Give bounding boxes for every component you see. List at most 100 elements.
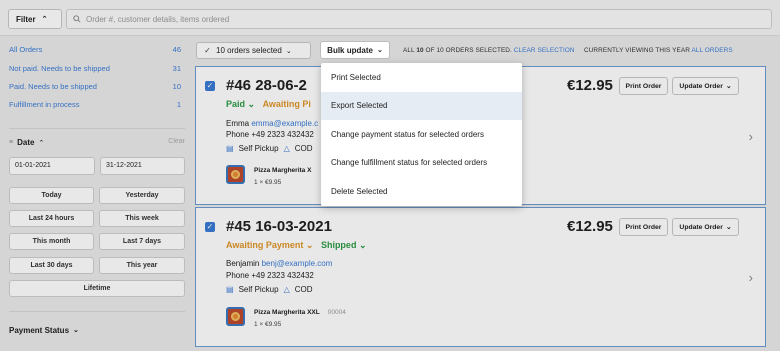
payment-method: COD [294,144,313,153]
payment-method: COD [294,285,313,294]
date-to-input[interactable]: 31-12-2021 [100,157,185,175]
sidebar-item-not-paid[interactable]: Not paid. Needs to be shipped 31 [9,64,181,73]
filter-button[interactable]: Filter ⌃ [8,9,62,29]
sidebar-item-count: 31 [172,64,181,73]
print-order-button[interactable]: Print Order [619,218,668,236]
divider [9,128,185,129]
customer-name: Benjamin [226,259,260,268]
clear-selection-link[interactable]: CLEAR SELECTION [514,47,575,54]
date-clear-link[interactable]: Clear [168,138,185,147]
item-title: Pizza Margherita XXL [254,309,320,316]
chevron-up-icon: ⌃ [38,139,45,147]
payment-status-badge[interactable]: Awaiting Payment [226,240,303,250]
chevron-right-icon[interactable]: › [749,270,753,285]
selection-label: 10 orders selected [216,46,282,55]
shipping-info: ▤ Self Pickup △ COD [226,285,313,294]
quick-this-month-button[interactable]: This month [9,233,94,250]
item-thumbnail [226,307,245,326]
menu-item-change-payment-status[interactable]: Change payment status for selected order… [321,120,522,149]
info-prefix: ALL [403,47,415,54]
customer-email[interactable]: benj@example.com [262,259,333,268]
item-name: Pizza Margherita XXL 00004 [254,309,346,316]
bulk-update-button[interactable]: Bulk update ⌄ [320,41,390,59]
payment-status-badge[interactable]: Paid [226,99,245,109]
quick-this-year-button[interactable]: This year [99,257,185,274]
chevron-down-icon: ⌄ [376,47,383,54]
filter-label: Filter [16,14,36,24]
sidebar-item-fulfillment[interactable]: Fulfillment in process 1 [9,100,181,109]
order-title: #45 16-03-2021 [226,218,332,235]
fulfillment-status-badge[interactable]: Shipped [321,240,357,250]
sidebar-item-label: All Orders [9,45,43,54]
menu-item-delete-selected[interactable]: Delete Selected [321,177,522,206]
sidebar-item-label: Fulfillment in process [9,100,80,109]
order-price: €12.95 [567,218,613,235]
date-filter-title: Date [17,138,35,147]
item-thumbnail [226,165,245,184]
chevron-down-icon: ⌄ [247,99,256,109]
order-status: Paid ⌄ Awaiting Pi [226,99,311,110]
sidebar-item-count: 46 [172,45,181,54]
date-from-input[interactable]: 01-01-2021 [9,157,95,175]
chevron-right-icon[interactable]: › [749,129,753,144]
divider [9,311,185,312]
order-checkbox[interactable]: ✓ [205,81,215,91]
sidebar-item-count: 10 [172,82,181,91]
customer-info: Emma emma@example.c [226,119,318,128]
cash-icon: △ [283,285,290,294]
customer-name: Emma [226,119,250,128]
order-card[interactable]: ✓ #45 16-03-2021 €12.95 Print Order Upda… [195,207,766,347]
viewing-info: CURRENTLY VIEWING THIS YEAR [584,47,690,54]
quick-last-24h-button[interactable]: Last 24 hours [9,210,94,227]
payment-status-filter[interactable]: Payment Status ⌄ [9,326,79,335]
chevron-down-icon: ⌄ [725,224,732,231]
info-count: 10 [416,47,424,54]
print-order-button[interactable]: Print Order [619,77,668,95]
selection-dropdown[interactable]: ✓ 10 orders selected ⌄ [196,42,311,59]
sidebar-item-count: 1 [176,100,181,109]
shipping-info: ▤ Self Pickup △ COD [226,144,313,153]
customer-phone: Phone +49 2323 432432 [226,130,314,139]
search-placeholder: Order #, customer details, items ordered [86,14,230,24]
chevron-down-icon: ⌄ [73,327,79,334]
shipping-method: Self Pickup [238,285,279,294]
quick-last-7-days-button[interactable]: Last 7 days [99,233,185,250]
order-status: Awaiting Payment ⌄ Shipped ⌄ [226,240,367,251]
menu-item-print-selected[interactable]: Print Selected [321,63,522,92]
cash-icon: △ [283,144,290,153]
sidebar-item-label: Paid. Needs to be shipped [9,82,97,91]
item-code: 00004 [327,309,346,316]
quick-last-30-days-button[interactable]: Last 30 days [9,257,94,274]
quick-lifetime-button[interactable]: Lifetime [9,280,185,297]
update-order-button[interactable]: Update Order ⌄ [672,77,739,95]
update-order-label: Update Order [679,223,723,231]
chevron-down-icon: ⌄ [285,47,292,55]
shipping-method: Self Pickup [238,144,279,153]
date-filter-header[interactable]: ≡ Date ⌃ Clear [9,138,185,147]
customer-phone: Phone +49 2323 432432 [226,271,314,280]
update-order-label: Update Order [679,82,723,90]
menu-item-change-fulfillment-status[interactable]: Change fulfillment status for selected o… [321,149,522,178]
customer-email[interactable]: emma@example.c [251,119,318,128]
quick-this-week-button[interactable]: This week [99,210,185,227]
order-checkbox[interactable]: ✓ [205,222,215,232]
store-icon: ▤ [226,285,234,294]
customer-info: Benjamin benj@example.com [226,259,332,268]
quick-today-button[interactable]: Today [9,187,94,204]
info-text: OF 10 ORDERS SELECTED. [425,47,512,54]
sidebar: All Orders 46 Not paid. Needs to be ship… [0,36,193,351]
search-icon [73,15,81,23]
update-order-button[interactable]: Update Order ⌄ [672,218,739,236]
sidebar-item-paid[interactable]: Paid. Needs to be shipped 10 [9,82,181,91]
chevron-down-icon: ⌄ [725,83,732,90]
payment-status-label: Payment Status [9,326,70,335]
search-input[interactable]: Order #, customer details, items ordered [66,9,772,29]
sidebar-item-all-orders[interactable]: All Orders 46 [9,45,181,54]
all-orders-link[interactable]: ALL ORDERS [691,47,732,54]
fulfillment-status-badge[interactable]: Awaiting Pi [263,99,311,109]
menu-item-export-selected[interactable]: Export Selected [321,91,522,120]
quick-yesterday-button[interactable]: Yesterday [99,187,185,204]
order-title: #46 28-06-2 [226,77,307,94]
selection-info: ALL 10 OF 10 ORDERS SELECTED. CLEAR SELE… [403,47,733,54]
top-bar: Filter ⌃ Order #, customer details, item… [0,0,780,36]
